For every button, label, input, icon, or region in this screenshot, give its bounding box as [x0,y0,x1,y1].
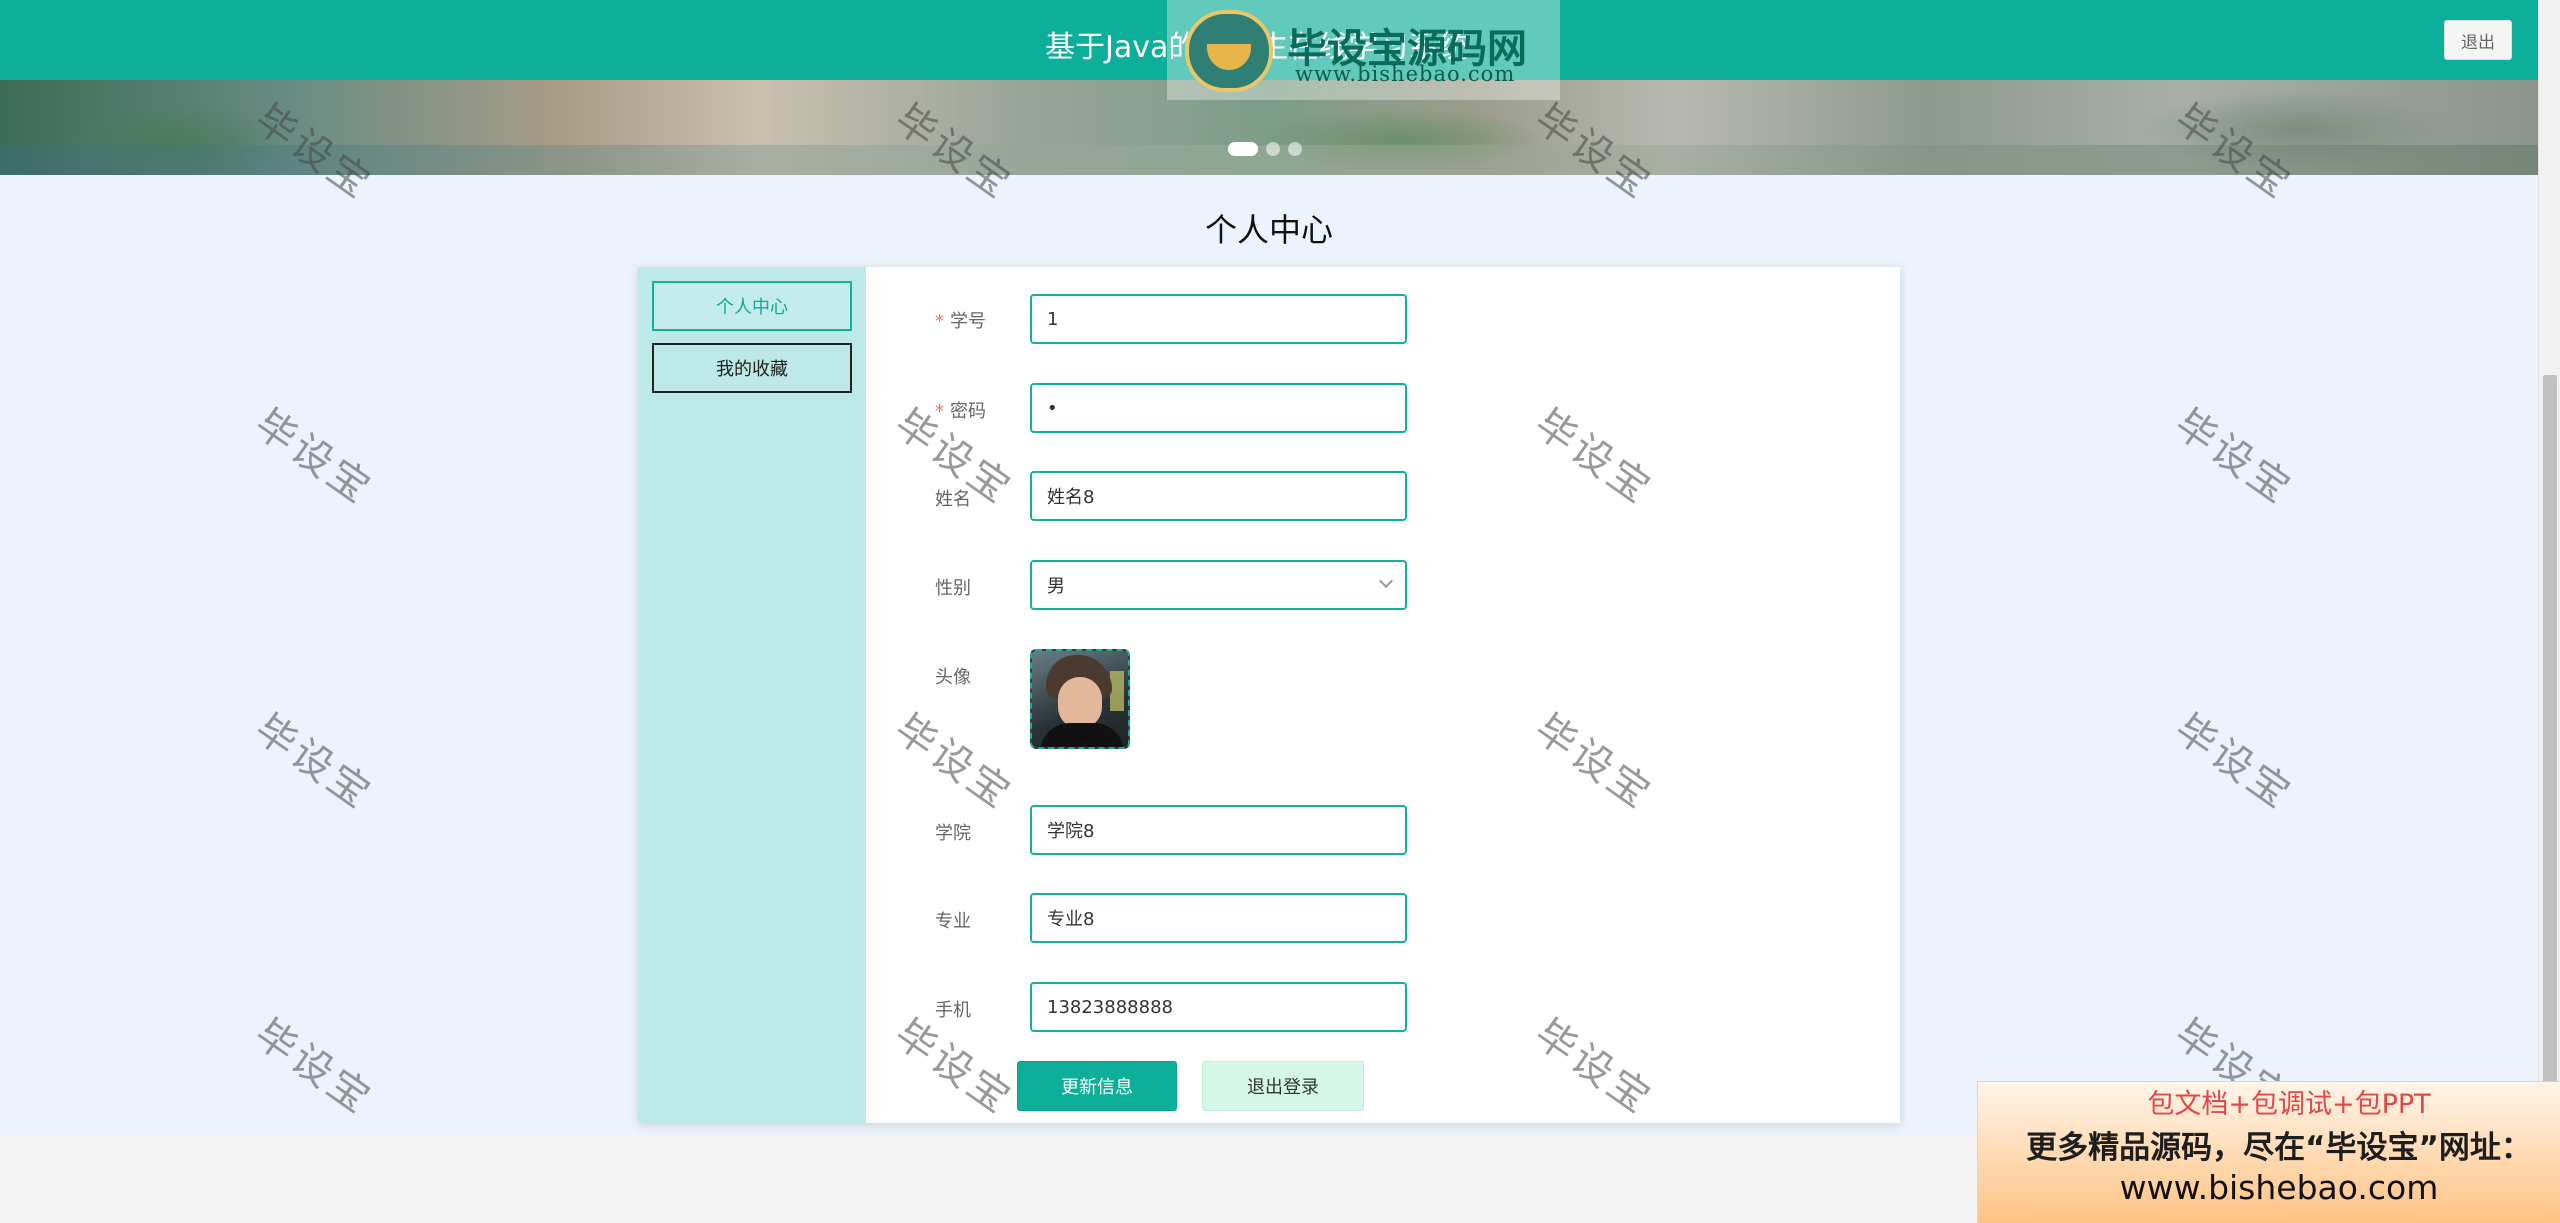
college-input[interactable]: 学院8 [1030,805,1407,855]
password-label: * 密码 [935,401,986,422]
sidebar-item-favorites[interactable]: 我的收藏 [652,343,852,393]
major-label: 专业 [935,911,971,932]
major-input[interactable]: 专业8 [1030,893,1407,943]
promo-headline: 更多精品源码，尽在“毕设宝”网址： [2026,1130,2532,1166]
profile-card: 个人中心 我的收藏 * 学号 1 * 密码 • 姓名 姓名8 性别 男 头像 学… [638,267,1900,1123]
chevron-down-icon [1378,573,1394,589]
sidebar-nav: 个人中心 我的收藏 [638,267,866,1123]
college-label: 学院 [935,823,971,844]
phone-input[interactable]: 13823888888 [1030,982,1407,1032]
scrollbar-thumb[interactable] [2543,375,2557,1083]
student-id-label: * 学号 [935,311,986,332]
required-mark: * [935,401,944,422]
carousel-indicators [1228,142,1302,156]
update-info-button[interactable]: 更新信息 [1017,1061,1177,1111]
vertical-scrollbar[interactable] [2538,0,2560,1223]
promo-banner: 包文档+包调试+包PPT 更多精品源码，尽在“毕设宝”网址： www.bishe… [1977,1081,2560,1223]
page-title: 个人中心 [1204,211,1333,249]
name-input[interactable]: 姓名8 [1030,471,1407,521]
logout-button[interactable]: 退出登录 [1202,1061,1364,1111]
carousel-dot-2[interactable] [1266,142,1280,156]
name-label: 姓名 [935,489,971,510]
sidebar-item-profile[interactable]: 个人中心 [652,281,852,331]
avatar-face [1058,677,1102,729]
promo-url: www.bishebao.com [2119,1168,2439,1207]
password-input[interactable]: • [1030,383,1407,433]
required-mark: * [935,311,944,332]
carousel-dot-3[interactable] [1288,142,1302,156]
main-content: 个人中心 个人中心 我的收藏 * 学号 1 * 密码 • 姓名 姓名8 性别 男 头… [0,175,2538,1135]
gender-selected-value: 男 [1047,576,1065,597]
carousel-dot-1[interactable] [1228,142,1258,156]
avatar-label: 头像 [935,667,971,688]
student-id-input[interactable]: 1 [1030,294,1407,344]
header-logout-button[interactable]: 退出 [2444,20,2512,60]
promo-tagline: 包文档+包调试+包PPT [2147,1089,2431,1120]
avatar-bg-detail [1110,671,1124,711]
gender-select[interactable]: 男 [1030,560,1407,610]
watermark-logo: 毕设宝源码网 www.bishebao.com [1167,0,1560,100]
phone-label: 手机 [935,1000,971,1021]
avatar-upload[interactable] [1030,649,1130,749]
gender-label: 性别 [935,578,971,599]
logo-emblem-icon [1185,10,1273,92]
watermark-logo-url: www.bishebao.com [1295,62,1516,86]
